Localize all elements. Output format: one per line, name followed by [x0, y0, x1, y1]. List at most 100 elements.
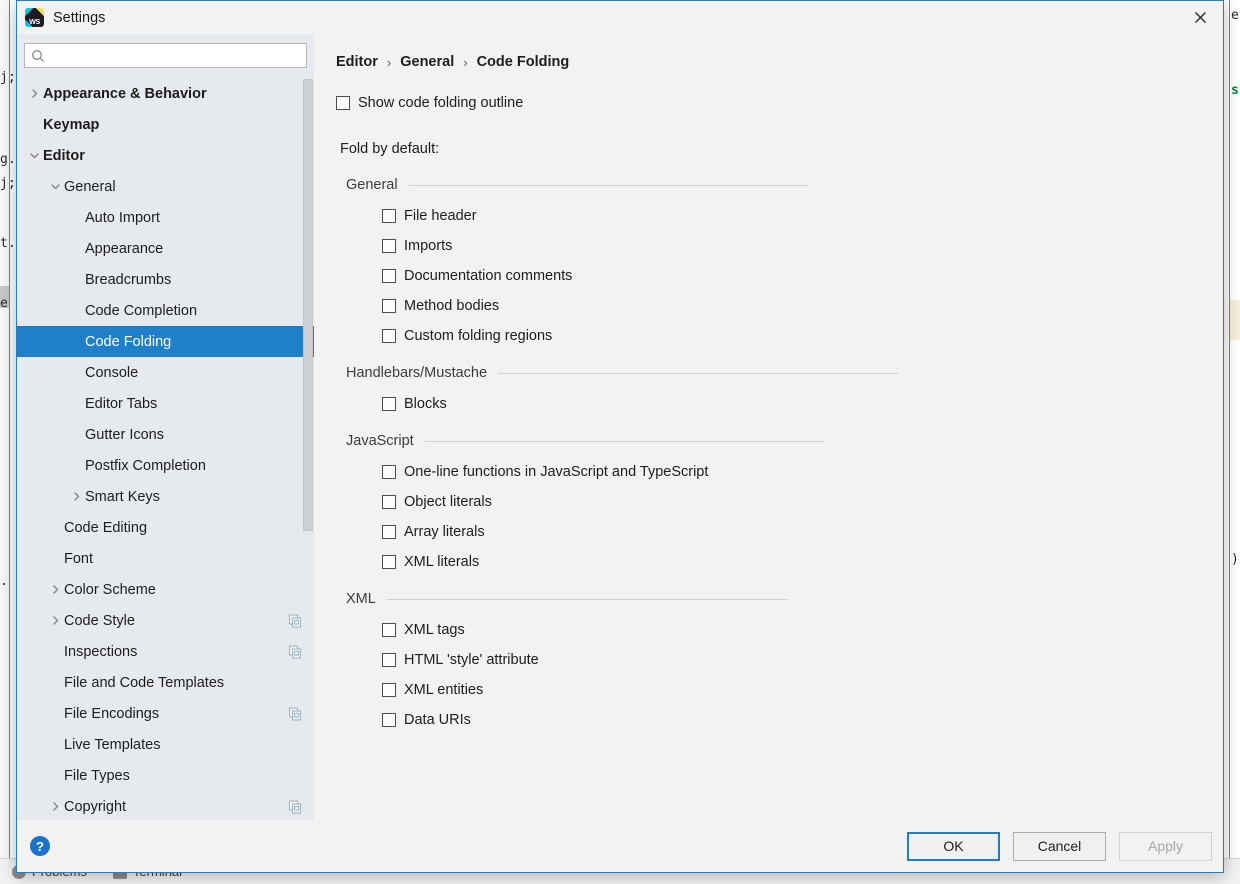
checkbox-row[interactable]: XML literals — [382, 551, 1197, 573]
checkbox-indicator[interactable] — [382, 209, 396, 223]
sidebar-item-appearance[interactable]: Appearance — [17, 233, 314, 264]
checkbox-row[interactable]: Custom folding regions — [382, 325, 1197, 347]
sidebar-item-file-encodings[interactable]: File Encodings — [17, 698, 314, 729]
sidebar-item-copyright[interactable]: Copyright — [17, 791, 314, 820]
search-box[interactable] — [24, 43, 307, 68]
chevron-right-icon — [74, 492, 80, 501]
checkbox-row[interactable]: XML tags — [382, 619, 1197, 641]
sidebar-item-code-folding[interactable]: Code Folding — [17, 326, 314, 357]
checkbox-label: Documentation comments — [404, 268, 573, 284]
tree-toggle-arrow[interactable] — [47, 616, 64, 625]
editor-left-border — [9, 0, 10, 860]
checkbox-row[interactable]: Object literals — [382, 491, 1197, 513]
section-items: XML tags HTML 'style' attribute XML entiti… — [336, 619, 1197, 731]
checkbox-indicator[interactable] — [336, 96, 350, 110]
checkbox-indicator[interactable] — [382, 555, 396, 569]
settings-sidebar: Appearance & Behavior Keymap Editor General… — [17, 34, 314, 820]
checkbox-row[interactable]: Array literals — [382, 521, 1197, 543]
section-header: XML — [336, 591, 1197, 607]
checkbox-label: Data URIs — [404, 712, 471, 728]
sidebar-item-editor-tabs[interactable]: Editor Tabs — [17, 388, 314, 419]
checkbox-row[interactable]: XML entities — [382, 679, 1197, 701]
help-button[interactable]: ? — [30, 836, 50, 856]
checkbox-indicator[interactable] — [382, 495, 396, 509]
section-items: File header Imports Documentation comments… — [336, 205, 1197, 347]
search-input[interactable] — [51, 47, 300, 64]
sidebar-item-label: File and Code Templates — [64, 674, 225, 691]
breadcrumb: Editor › General › Code Folding — [336, 54, 1197, 70]
sidebar-item-label: Color Scheme — [64, 581, 156, 598]
cancel-button[interactable]: Cancel — [1013, 831, 1106, 861]
sidebar-item-label: File Types — [64, 767, 130, 784]
section-title: General — [346, 177, 398, 193]
checkbox-indicator[interactable] — [382, 239, 396, 253]
sidebar-item-label: Code Completion — [85, 302, 198, 319]
section-title: JavaScript — [346, 433, 414, 449]
sidebar-item-live-templates[interactable]: Live Templates — [17, 729, 314, 760]
ok-button[interactable]: OK — [907, 831, 1000, 861]
fold-sections: General File header Imports Documentation c… — [336, 177, 1197, 731]
checkbox-indicator[interactable] — [382, 623, 396, 637]
fold-by-default-label: Fold by default: — [340, 141, 440, 157]
checkbox-indicator[interactable] — [382, 269, 396, 283]
code-fragment: ) — [1231, 552, 1239, 567]
close-button[interactable] — [1177, 1, 1223, 34]
dialog-body: Appearance & Behavior Keymap Editor General… — [17, 34, 1223, 820]
code-fragment: g. — [0, 152, 16, 167]
tree-toggle-arrow[interactable] — [26, 89, 43, 98]
breadcrumb-separator: › — [463, 54, 468, 70]
tree-toggle-arrow[interactable] — [26, 151, 43, 160]
sidebar-item-code-completion[interactable]: Code Completion — [17, 295, 314, 326]
sidebar-item-editor[interactable]: Editor — [17, 140, 314, 171]
checkbox-indicator[interactable] — [382, 525, 396, 539]
sidebar-item-inspections[interactable]: Inspections — [17, 636, 314, 667]
checkbox-row[interactable]: Data URIs — [382, 709, 1197, 731]
sidebar-item-console[interactable]: Console — [17, 357, 314, 388]
checkbox-row[interactable]: Method bodies — [382, 295, 1197, 317]
sidebar-item-file-types[interactable]: File Types — [17, 760, 314, 791]
sidebar-scrollbar-thumb[interactable] — [303, 79, 313, 531]
sidebar-item-general[interactable]: General — [17, 171, 314, 202]
section-divider — [408, 184, 809, 186]
sidebar-scrollbar-track[interactable] — [303, 76, 314, 820]
checkbox-row[interactable]: Documentation comments — [382, 265, 1197, 287]
show-code-folding-outline-checkbox-row[interactable]: Show code folding outline — [336, 92, 1197, 114]
tree-toggle-arrow[interactable] — [47, 182, 64, 191]
sidebar-item-code-editing[interactable]: Code Editing — [17, 512, 314, 543]
tree-toggle-arrow[interactable] — [47, 802, 64, 811]
sidebar-item-keymap[interactable]: Keymap — [17, 109, 314, 140]
sidebar-item-auto-import[interactable]: Auto Import — [17, 202, 314, 233]
sidebar-item-postfix-completion[interactable]: Postfix Completion — [17, 450, 314, 481]
section-divider — [386, 598, 787, 600]
sidebar-item-file-and-code-templates[interactable]: File and Code Templates — [17, 667, 314, 698]
sidebar-item-font[interactable]: Font — [17, 543, 314, 574]
sidebar-item-appearance-behavior[interactable]: Appearance & Behavior — [17, 78, 314, 109]
sidebar-item-code-style[interactable]: Code Style — [17, 605, 314, 636]
sidebar-item-color-scheme[interactable]: Color Scheme — [17, 574, 314, 605]
fold-section: General File header Imports Documentation c… — [336, 177, 1197, 347]
editor-highlight-band — [1230, 300, 1240, 340]
tree-toggle-arrow[interactable] — [47, 585, 64, 594]
sidebar-item-label: Copyright — [64, 798, 127, 815]
checkbox-indicator[interactable] — [382, 397, 396, 411]
checkbox-row[interactable]: File header — [382, 205, 1197, 227]
checkbox-row[interactable]: Blocks — [382, 393, 1197, 415]
checkbox-indicator[interactable] — [382, 683, 396, 697]
checkbox-indicator[interactable] — [382, 713, 396, 727]
tree-toggle-arrow[interactable] — [68, 492, 85, 501]
breadcrumb-separator: › — [386, 54, 392, 70]
sidebar-item-breadcrumbs[interactable]: Breadcrumbs — [17, 264, 314, 295]
sidebar-item-smart-keys[interactable]: Smart Keys — [17, 481, 314, 512]
checkbox-indicator[interactable] — [382, 465, 396, 479]
sidebar-item-label: Console — [85, 364, 139, 381]
checkbox-row[interactable]: HTML 'style' attribute — [382, 649, 1197, 671]
sidebar-item-label: Code Editing — [64, 519, 148, 536]
checkbox-indicator[interactable] — [382, 329, 396, 343]
sidebar-item-gutter-icons[interactable]: Gutter Icons — [17, 419, 314, 450]
checkbox-indicator[interactable] — [382, 653, 396, 667]
checkbox-indicator[interactable] — [382, 299, 396, 313]
sidebar-item-label: Auto Import — [85, 209, 160, 226]
checkbox-label: XML entities — [404, 682, 484, 698]
checkbox-row[interactable]: Imports — [382, 235, 1197, 257]
checkbox-row[interactable]: One-line functions in JavaScript and Typ… — [382, 461, 1197, 483]
